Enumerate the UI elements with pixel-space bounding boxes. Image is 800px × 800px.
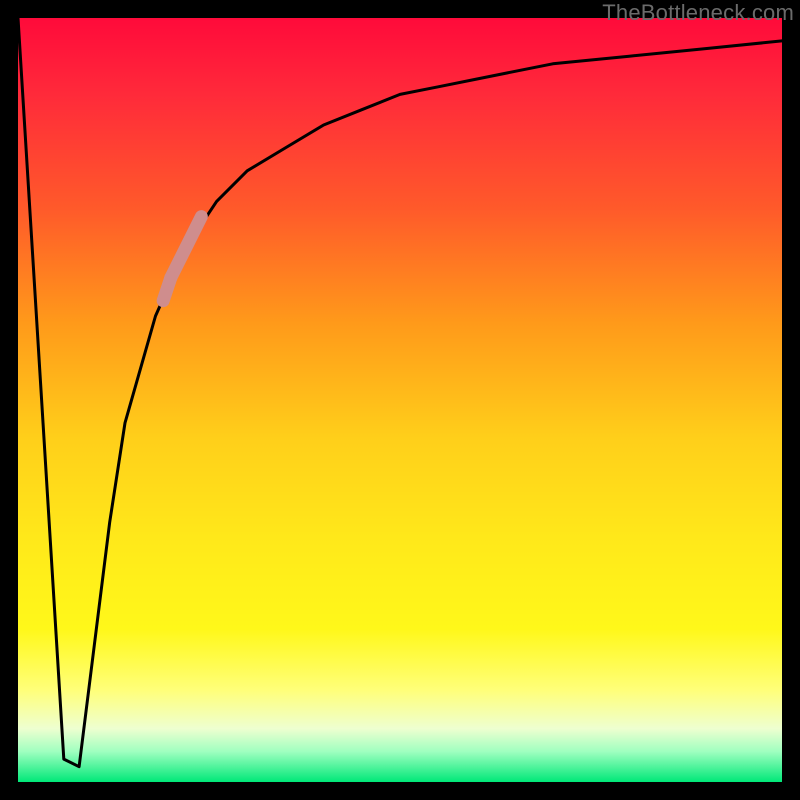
chart-svg: [18, 18, 782, 782]
highlight-segment-1: [163, 278, 171, 301]
highlight-group: [163, 217, 201, 301]
chart-frame: TheBottleneck.com: [0, 0, 800, 800]
curve-group: [18, 18, 782, 767]
watermark-text: TheBottleneck.com: [602, 0, 794, 26]
highlight-segment-0: [171, 217, 202, 278]
chart-plot-area: [18, 18, 782, 782]
bottleneck-curve: [18, 18, 782, 767]
